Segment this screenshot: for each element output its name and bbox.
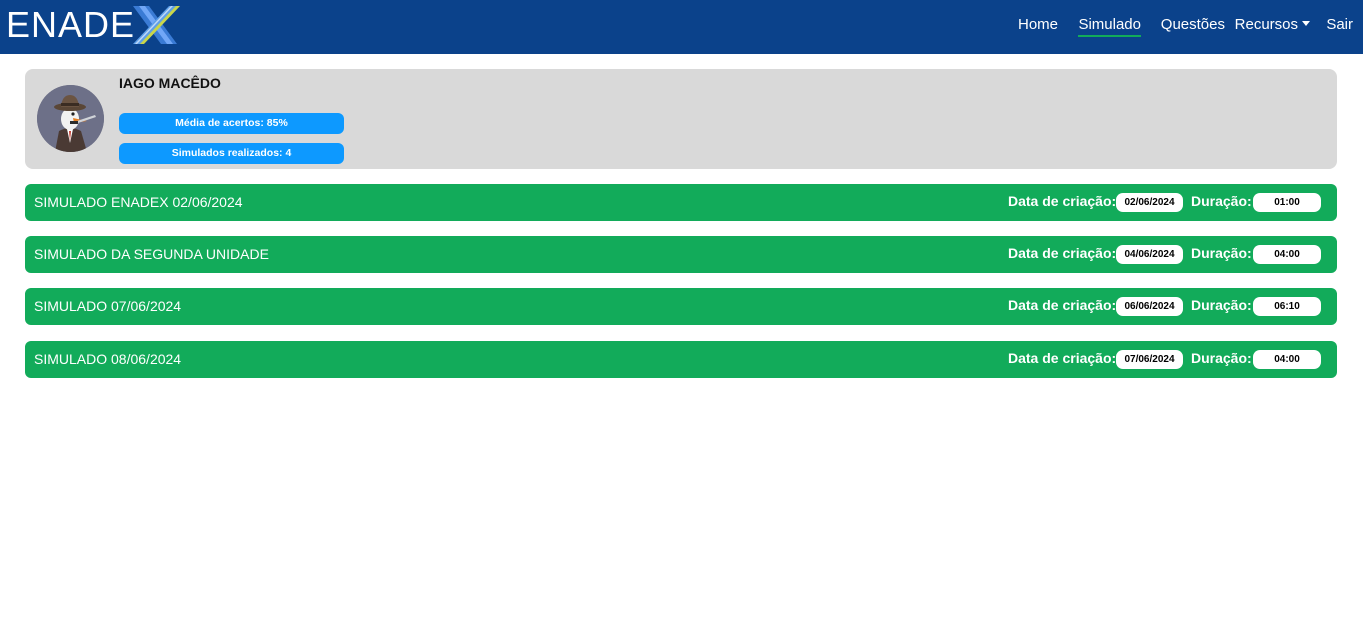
- simulado-title: SIMULADO 07/06/2024: [34, 298, 182, 314]
- data-criacao-label: Data de criação:: [1008, 297, 1117, 313]
- duracao-value: 04:00: [1253, 245, 1321, 264]
- simulado-row[interactable]: SIMULADO 07/06/2024 Data de criação: 06/…: [25, 288, 1337, 325]
- profile-card: IAGO MACÊDO Média de acertos: 85% Simula…: [25, 69, 1337, 169]
- logo-text: ENADE: [6, 4, 136, 45]
- media-acertos-badge: Média de acertos: 85%: [119, 113, 344, 134]
- duracao-value: 01:00: [1253, 193, 1321, 212]
- data-criacao-value: 02/06/2024: [1116, 193, 1183, 212]
- duracao-label: Duração:: [1191, 245, 1252, 261]
- nav-sair[interactable]: Sair: [1326, 16, 1353, 34]
- nav-questoes[interactable]: Questões: [1161, 16, 1225, 34]
- simulado-title: SIMULADO DA SEGUNDA UNIDADE: [34, 246, 269, 262]
- simulado-title: SIMULADO 08/06/2024: [34, 351, 182, 367]
- data-criacao-value: 06/06/2024: [1116, 297, 1183, 316]
- chevron-down-icon: [1302, 20, 1310, 26]
- nav-home[interactable]: Home: [1018, 16, 1058, 34]
- logo-x-icon: [133, 6, 181, 44]
- duracao-label: Duração:: [1191, 297, 1252, 313]
- data-criacao-label: Data de criação:: [1008, 193, 1117, 209]
- duracao-value: 06:10: [1253, 297, 1321, 316]
- simulados-realizados-badge: Simulados realizados: 4: [119, 143, 344, 164]
- profile-name: IAGO MACÊDO: [119, 75, 221, 91]
- nav-recursos-label: Recursos: [1234, 16, 1298, 33]
- avatar-goose-detective-icon: [37, 85, 104, 152]
- avatar: [37, 85, 104, 152]
- duracao-value: 04:00: [1253, 350, 1321, 369]
- simulado-row[interactable]: SIMULADO 08/06/2024 Data de criação: 07/…: [25, 341, 1337, 378]
- nav-simulado[interactable]: Simulado: [1078, 16, 1141, 37]
- data-criacao-label: Data de criação:: [1008, 245, 1117, 261]
- nav-recursos-dropdown[interactable]: Recursos: [1235, 16, 1310, 34]
- enadex-logo[interactable]: ENADE: [6, 3, 181, 47]
- top-navbar: ENADE Home Simulado Questões Recursos Sa…: [0, 0, 1363, 54]
- data-criacao-value: 07/06/2024: [1116, 350, 1183, 369]
- duracao-label: Duração:: [1191, 193, 1252, 209]
- duracao-label: Duração:: [1191, 350, 1252, 366]
- simulado-title: SIMULADO ENADEX 02/06/2024: [34, 194, 243, 210]
- data-criacao-label: Data de criação:: [1008, 350, 1117, 366]
- simulado-row[interactable]: SIMULADO DA SEGUNDA UNIDADE Data de cria…: [25, 236, 1337, 273]
- simulado-row[interactable]: SIMULADO ENADEX 02/06/2024 Data de criaç…: [25, 184, 1337, 221]
- data-criacao-value: 04/06/2024: [1116, 245, 1183, 264]
